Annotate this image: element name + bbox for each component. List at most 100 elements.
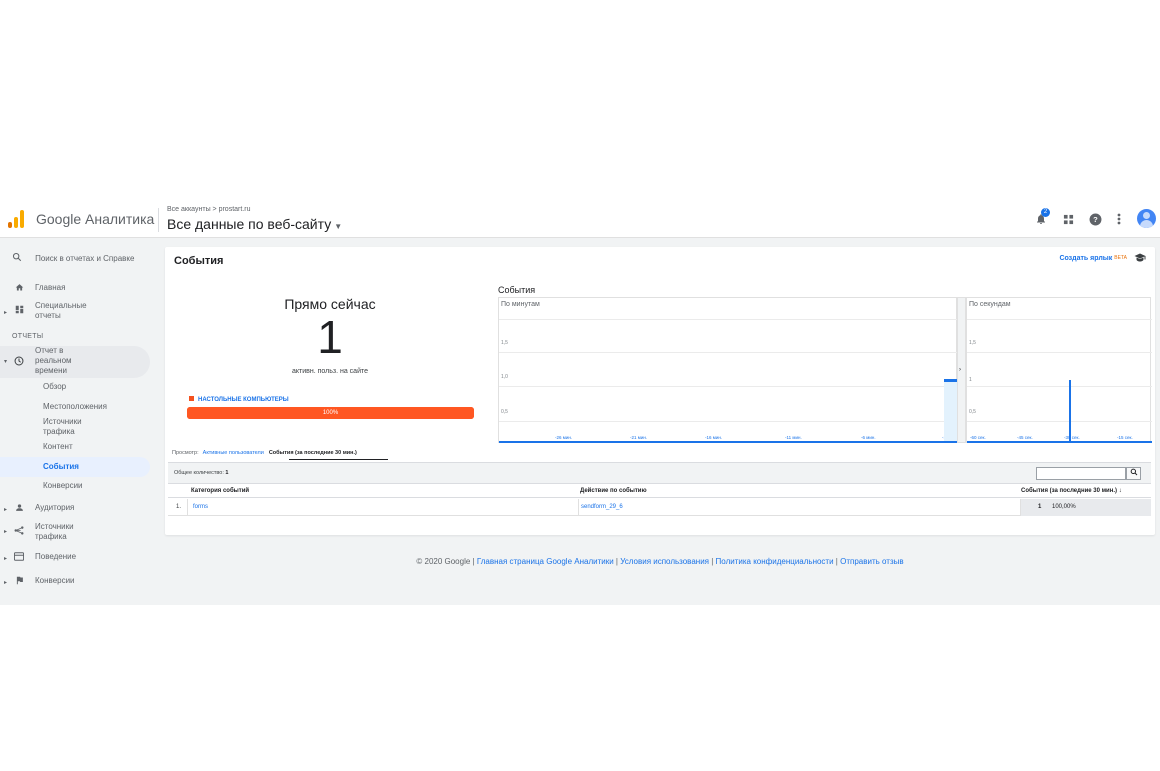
row-category-link[interactable]: forms [193, 504, 208, 510]
sidebar-item-label: Отчет в реальном времени [35, 346, 72, 375]
behavior-icon [13, 552, 25, 563]
total-count: Общее количество: 1 [174, 470, 228, 476]
y-tick-label: 1,0 [501, 374, 508, 380]
home-icon [13, 283, 25, 294]
gridline [499, 319, 958, 320]
gridline [967, 421, 1152, 422]
gridline [499, 352, 958, 353]
gridline [967, 319, 1152, 320]
per-second-chart: По секундам 1,5 1 0,5 -60 сек. -45 сек. … [966, 297, 1152, 443]
sidebar-item-label: Аудитория [35, 503, 75, 512]
footer-link-privacy[interactable]: Политика конфиденциальности [716, 557, 834, 566]
analytics-logo-icon [8, 210, 24, 228]
copyright: © 2020 Google | [416, 557, 475, 566]
column-header-action[interactable]: Действие по событию [580, 488, 647, 494]
sidebar-subitem-conversions[interactable]: Конверсии [43, 481, 83, 491]
per-minute-title: По минутам [501, 301, 540, 308]
table-header: Категория событий Действие по событию Со… [168, 483, 1151, 498]
right-now-title: Прямо сейчас [284, 296, 376, 312]
charts-title: События [498, 285, 536, 295]
row-events-share: 100,00% [1052, 504, 1076, 510]
y-tick-label: 0,5 [501, 409, 508, 415]
account-avatar[interactable] [1137, 209, 1156, 228]
column-header-category[interactable]: Категория событий [191, 488, 249, 494]
x-tick-label: -60 сек. [970, 435, 986, 440]
view-active-users-link[interactable]: Активные пользователи [203, 450, 264, 456]
x-tick-label: -30 сек. [1064, 435, 1080, 440]
search-icon [12, 252, 25, 265]
create-shortcut-link[interactable]: Создать ярлык BETA [1059, 255, 1127, 262]
brand-name[interactable]: Google Аналитика [36, 211, 154, 227]
per-minute-bar-top [943, 378, 957, 382]
property-name: Все данные по веб-сайту [167, 216, 332, 232]
row-events-value: 1 [1038, 504, 1042, 510]
y-tick-label: 1 [969, 377, 972, 383]
clock-icon [13, 356, 25, 368]
x-tick-label: -11 мин. [785, 435, 802, 440]
device-share-bar: 100% [187, 407, 474, 419]
expand-arrow-icon: ▸ [4, 310, 8, 316]
x-tick-label: -21 мин. [630, 435, 648, 440]
table-row: 1. forms sendform_29_6 1 100,00% [168, 499, 1151, 516]
view-label: Просмотр: [172, 450, 199, 456]
per-second-title: По секундам [969, 301, 1011, 308]
footer-link-ga-home[interactable]: Главная страница Google Аналитики [477, 557, 614, 566]
per-minute-baseline [499, 441, 958, 443]
view-switcher: Просмотр: Активные пользователи События (з… [172, 450, 357, 456]
row-index: 1. [176, 504, 182, 510]
per-minute-chart: По минутам 1,5 1,0 0,5 -26 мин. -21 мин.… [498, 297, 958, 443]
sidebar-item-label: Конверсии [35, 576, 75, 585]
device-legend: НАСТОЛЬНЫЕ КОМПЬЮТЕРЫ [189, 396, 289, 403]
per-second-spike [1068, 379, 1071, 441]
x-tick-label: -26 мин. [555, 435, 573, 440]
gridline [967, 352, 1152, 353]
y-tick-label: 1,5 [501, 340, 508, 346]
analytics-app: Google Аналитика Все аккаунты > prostart… [0, 200, 1160, 605]
help-icon[interactable]: ? [1086, 210, 1104, 228]
total-value: 1 [225, 470, 229, 476]
chart-splitter[interactable]: › [957, 297, 966, 443]
x-tick-label: -6 мин. [861, 435, 876, 440]
expanded-arrow-icon: ▾ [4, 359, 8, 365]
device-label: НАСТОЛЬНЫЕ КОМПЬЮТЕРЫ [198, 397, 289, 403]
sidebar-subitem-locations[interactable]: Местоположения [43, 402, 107, 412]
academy-cap-icon[interactable] [1134, 253, 1146, 265]
table-search-button[interactable] [1126, 467, 1141, 480]
more-vert-icon[interactable] [1110, 210, 1128, 228]
property-selector[interactable]: Все данные по веб-сайту ▼ [167, 216, 342, 232]
footer: © 2020 Google | Главная страница Google … [416, 557, 904, 566]
column-header-label: События (за последние 30 мин.) [1021, 488, 1118, 494]
sidebar-subitem-overview[interactable]: Обзор [43, 382, 66, 392]
footer-link-feedback[interactable]: Отправить отзыв [840, 557, 904, 566]
account-breadcrumb[interactable]: Все аккаунты > prostart.ru [167, 206, 250, 213]
x-tick-label: -15 сек. [1117, 435, 1133, 440]
sidebar-search[interactable]: Поиск в отчетах и Справке [12, 251, 134, 264]
sidebar-subitem-events[interactable]: События [43, 462, 79, 472]
reports-section-label: ОТЧЕТЫ [12, 333, 44, 340]
sidebar-subitem-content[interactable]: Контент [43, 442, 73, 452]
row-action-link[interactable]: sendform_29_6 [581, 504, 623, 510]
beta-badge: BETA [1114, 255, 1127, 261]
expand-arrow-icon: ▸ [4, 507, 8, 513]
expand-arrow-icon: ▸ [4, 556, 8, 562]
view-events-current[interactable]: События (за последние 30 мин.) [269, 450, 357, 456]
sidebar: Поиск в отчетах и Справке Главная ▸ Спец… [0, 239, 158, 605]
gridline [499, 386, 958, 387]
notification-badge: 2 [1041, 208, 1050, 217]
y-tick-label: 1,5 [969, 340, 976, 346]
svg-text:?: ? [1093, 215, 1098, 224]
sidebar-item-label: Специальные отчеты [35, 301, 87, 320]
chevron-right-icon: › [959, 367, 961, 373]
column-header-events[interactable]: События (за последние 30 мин.) ↓ [1021, 488, 1122, 494]
sidebar-item-label: Источники трафика [35, 522, 74, 541]
sidebar-item-label: Главная [35, 283, 66, 292]
shortcut-label: Создать ярлык [1059, 255, 1113, 262]
table-search-input[interactable] [1036, 467, 1126, 480]
apps-grid-icon[interactable] [1059, 210, 1077, 228]
x-tick-label: -45 сек. [1017, 435, 1033, 440]
page-title: События [174, 255, 224, 267]
notifications-icon[interactable]: 2 [1032, 208, 1050, 228]
footer-link-terms[interactable]: Условия использования [620, 557, 709, 566]
header-divider [158, 208, 159, 232]
sidebar-subitem-traffic-sources[interactable]: Источники трафика [43, 417, 103, 437]
